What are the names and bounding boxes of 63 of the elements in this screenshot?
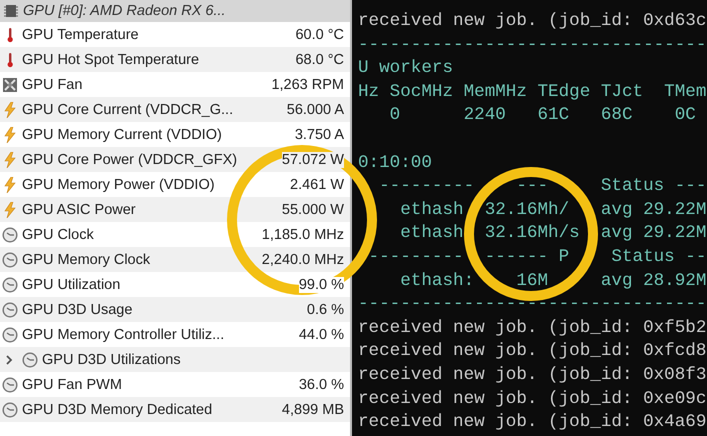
sensor-label: GPU Core Power (VDDCR_GFX) — [22, 152, 238, 168]
sensor-value: 68.0 °C — [295, 52, 344, 68]
log-line: received new job. (job_id: 0xf5b2 — [358, 316, 707, 340]
status-line: Hz SocMHz MemMHz TEdge TJct TMem — [358, 80, 707, 104]
chevron-icon[interactable] — [5, 354, 13, 364]
sensor-value: 36.0 % — [298, 376, 344, 392]
sensor-value: 1,263 RPM — [271, 76, 344, 92]
sensor-label: GPU D3D Usage — [22, 302, 132, 318]
sensor-value: 55.000 W — [282, 202, 344, 218]
clock-icon — [22, 352, 38, 368]
sensor-value: 4,899 MB — [282, 402, 344, 418]
sensor-value: 3.750 A — [294, 126, 344, 142]
sensor-label: GPU Core Current (VDDCR_G... — [22, 102, 234, 118]
sensor-group-header[interactable]: GPU [#0]: AMD Radeon RX 6... — [0, 0, 350, 22]
status-line: ethash: 16M avg 28.92M — [399, 270, 707, 293]
clock-icon — [2, 276, 18, 292]
sensor-label: GPU D3D Memory Dedicated — [22, 402, 212, 418]
lightning-icon — [2, 202, 18, 218]
clock-icon — [2, 376, 18, 392]
status-line: 0:10:00 — [358, 152, 433, 175]
chip-icon — [3, 3, 19, 19]
sensor-value: 0.6 % — [306, 302, 344, 318]
log-line: received new job. (job_id: 0xe09c — [358, 388, 707, 410]
sensor-label: GPU Hot Spot Temperature — [22, 52, 200, 68]
sensor-label: GPU Clock — [22, 226, 94, 242]
lightning-icon — [2, 152, 18, 168]
sensor-label: GPU Memory Clock — [22, 252, 150, 268]
sensor-value: 2,240.0 MHz — [262, 252, 344, 268]
status-line: U workers — [358, 57, 454, 80]
status-line: 0 2240 61C 68C 0C — [388, 104, 697, 128]
log-line: received new job. (job_id: 0xd63c — [358, 10, 707, 33]
sensor-label: GPU Utilization — [22, 276, 120, 292]
sensor-value: 60.0 °C — [295, 26, 344, 42]
status-line: --------------------------------- — [358, 293, 707, 316]
sensor-value: 57.072 W — [282, 152, 344, 168]
sensor-value: 44.0 % — [298, 326, 344, 342]
sensor-label: GPU Temperature — [22, 26, 139, 42]
log-line: received new job. (job_id: 0x4a69 — [358, 411, 707, 434]
sensor-group-title: GPU [#0]: AMD Radeon RX 6... — [23, 3, 226, 19]
lightning-icon — [2, 176, 18, 192]
sensor-label: GPU Fan PWM — [22, 376, 122, 392]
log-line: received new job. (job_id: 0xfcd8 — [358, 340, 707, 364]
sensor-label: GPU ASIC Power — [22, 202, 136, 218]
clock-icon — [2, 326, 18, 342]
sensor-value: 1,185.0 MHz — [262, 226, 344, 242]
sensor-value: 99.0 % — [298, 276, 344, 292]
sensor-label: GPU Memory Power (VDDIO) — [22, 176, 215, 192]
status-line: --------------------------------- — [358, 34, 707, 57]
sensor-value: 56.000 A — [286, 102, 344, 118]
sensor-value: 2.461 W — [290, 176, 344, 192]
fan-icon — [2, 76, 18, 92]
status-line: ethash 32.16Mh/s avg 29.22M — [399, 222, 707, 246]
lightning-icon — [2, 126, 18, 142]
sensor-label: GPU Fan — [22, 76, 82, 92]
clock-icon — [2, 226, 18, 242]
lightning-icon — [2, 102, 18, 118]
sensor-label: GPU Memory Current (VDDIO) — [22, 126, 222, 142]
status-line: ethash 32.16Mh/ avg 29.22M — [399, 198, 707, 222]
status-line: --------- ------ P Status -- — [368, 246, 707, 269]
sensor-label: GPU Memory Controller Utiliz... — [22, 326, 224, 342]
status-line: --------- --- Status --- — [378, 175, 707, 198]
sensor-label: GPU D3D Utilizations — [42, 352, 181, 368]
log-line: received new job. (job_id: 0x08f3 — [358, 364, 707, 387]
